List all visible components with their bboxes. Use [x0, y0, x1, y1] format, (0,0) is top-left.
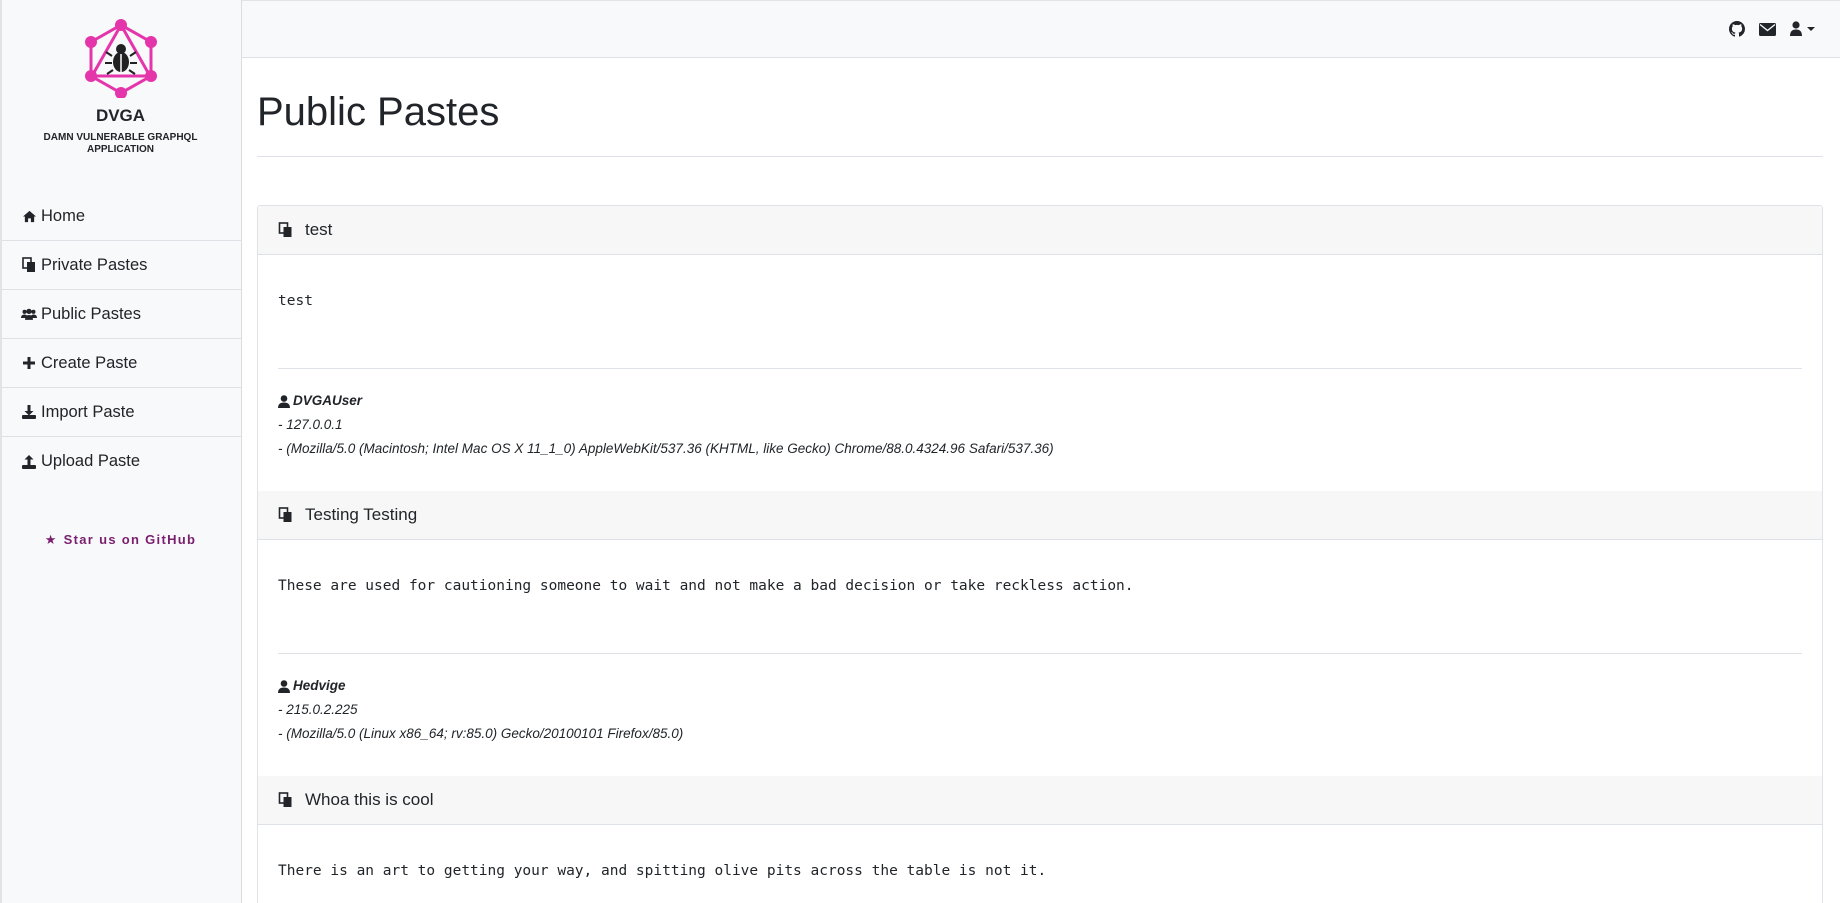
user-icon — [278, 394, 290, 408]
sidebar-item-import-paste[interactable]: Import Paste — [0, 388, 241, 437]
paste-content: These are used for cautioning someone to… — [278, 578, 1134, 594]
plus-icon — [21, 355, 37, 371]
paste-user-agent: - (Mozilla/5.0 (Linux x86_64; rv:85.0) G… — [278, 726, 684, 741]
user-icon — [278, 679, 290, 693]
paste-content: There is an art to getting your way, and… — [278, 863, 1047, 879]
paste-owner-name: DVGAUser — [293, 393, 363, 408]
star-on-github-link[interactable]: ★ Star us on GitHub — [0, 532, 241, 548]
paste-body: There is an art to getting your way, and… — [258, 825, 1822, 903]
sidebar-item-label: Upload Paste — [41, 452, 141, 470]
paste-owner: DVGAUser — [278, 389, 1802, 413]
topbar-icons — [1729, 21, 1818, 37]
paste-body: test DVGAUser - 127.0.0.1 - (Mozilla/5.0… — [258, 255, 1822, 491]
paste-title: Whoa this is cool — [305, 790, 434, 809]
home-icon — [21, 208, 37, 224]
sidebar-item-label: Import Paste — [41, 402, 135, 421]
top-navbar — [242, 0, 1840, 58]
sidebar-item-upload-paste[interactable]: Upload Paste — [0, 437, 241, 486]
app-subtitle: DAMN VULNERABLE GRAPHQL APPLICATION — [0, 132, 241, 156]
paste-ip: - 215.0.2.225 — [278, 702, 358, 717]
paste-content: test — [278, 293, 313, 309]
paste-title: Testing Testing — [305, 505, 418, 524]
star-label: Star us on GitHub — [63, 532, 197, 547]
download-icon — [21, 404, 37, 420]
sidebar-item-home[interactable]: Home — [0, 192, 241, 241]
github-icon[interactable] — [1729, 21, 1745, 37]
paste-title: test — [305, 220, 333, 239]
sidebar-item-label: Public Pastes — [41, 304, 141, 323]
page-title: Public Pastes — [257, 90, 500, 134]
title-divider — [257, 156, 1823, 157]
upload-icon — [21, 454, 37, 470]
paste-meta: Hedvige - 215.0.2.225 - (Mozilla/5.0 (Li… — [278, 654, 1802, 776]
copy-icon — [278, 792, 293, 808]
paste-user-agent: - (Mozilla/5.0 (Macintosh; Intel Mac OS … — [278, 441, 1054, 456]
sidebar-item-label: Private Pastes — [41, 255, 148, 274]
paste-header: Testing Testing — [258, 491, 1822, 540]
paste-ip: - 127.0.0.1 — [278, 417, 343, 432]
copy-icon — [21, 257, 37, 273]
sidebar-item-create-paste[interactable]: Create Paste — [0, 339, 241, 388]
envelope-icon[interactable] — [1759, 22, 1776, 36]
copy-icon — [278, 507, 293, 523]
app-name: DVGA — [95, 106, 146, 125]
app-subtitle-line1: DAMN VULNERABLE GRAPHQL — [43, 132, 198, 143]
paste-body: These are used for cautioning someone to… — [258, 540, 1822, 776]
sidebar-item-label: Create Paste — [41, 353, 138, 372]
brand: DVGA DAMN VULNERABLE GRAPHQL APPLICATION — [0, 0, 241, 156]
sidebar-item-public-pastes[interactable]: Public Pastes — [0, 290, 241, 339]
paste-header: Whoa this is cool — [258, 776, 1822, 825]
main-content: Public Pastes test test DVGAUser - 127.0… — [257, 58, 1823, 903]
paste-owner: Hedvige — [278, 674, 1802, 698]
dvga-logo[interactable] — [82, 18, 160, 98]
user-dropdown-icon[interactable] — [1790, 21, 1818, 37]
star-icon: ★ — [44, 532, 58, 547]
sidebar: DVGA DAMN VULNERABLE GRAPHQL APPLICATION… — [0, 0, 242, 903]
paste-list: test test DVGAUser - 127.0.0.1 - (Mozill… — [257, 205, 1823, 903]
app-subtitle-line2: APPLICATION — [86, 144, 155, 155]
paste-meta: DVGAUser - 127.0.0.1 - (Mozilla/5.0 (Mac… — [278, 369, 1802, 491]
sidebar-item-label: Home — [41, 206, 86, 225]
users-icon — [21, 306, 37, 322]
paste-owner-name: Hedvige — [293, 678, 346, 693]
sidebar-item-private-pastes[interactable]: Private Pastes — [0, 241, 241, 290]
copy-icon — [278, 222, 293, 238]
sidebar-nav: Home Private Pastes Public Pastes Create… — [0, 192, 241, 486]
paste-header: test — [258, 206, 1822, 255]
